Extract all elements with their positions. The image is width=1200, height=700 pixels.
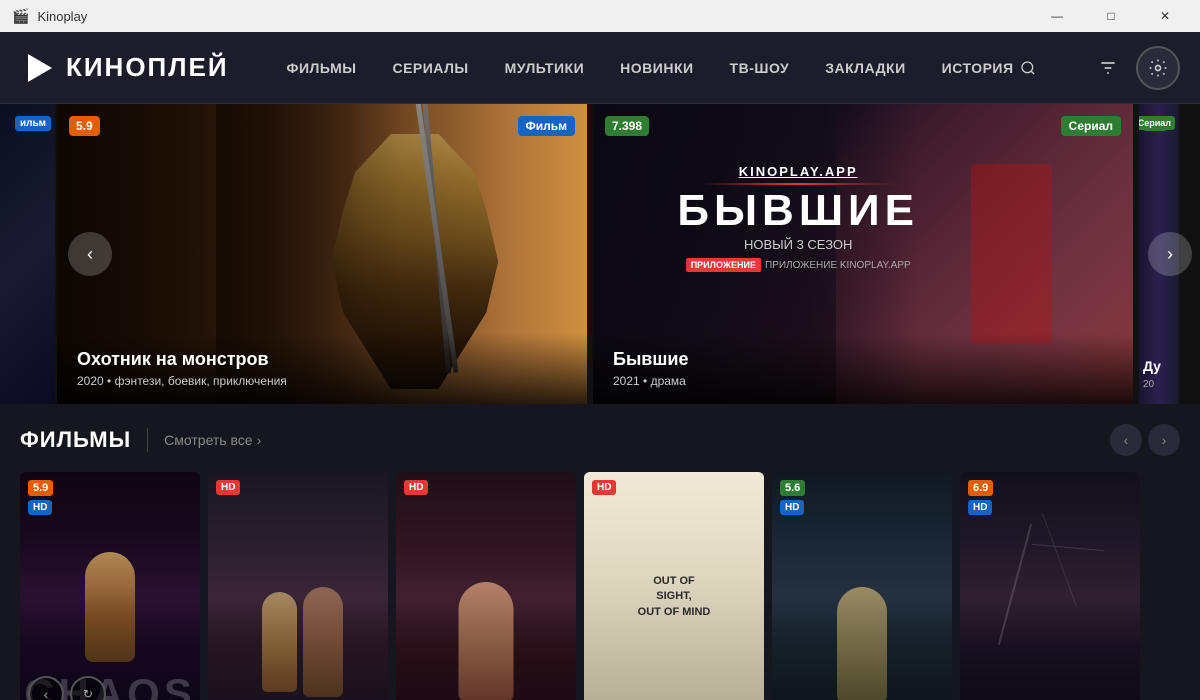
nav-right-actions xyxy=(1088,46,1180,90)
carousel-card-monster-hunter[interactable]: 5.9 Фильм Охотник на монстров 2020 • фэн… xyxy=(57,104,587,404)
titlebar: 🎬 Kinoplay — □ ✕ xyxy=(0,0,1200,32)
titlebar-left: 🎬 Kinoplay xyxy=(12,8,87,25)
type-badge-byvshie: Сериал xyxy=(1061,116,1121,136)
maximize-button[interactable]: □ xyxy=(1088,0,1134,32)
filter-button[interactable] xyxy=(1088,48,1128,88)
film-thumb-3[interactable]: HD xyxy=(396,472,576,700)
film-thumb-chaos[interactable]: CHAOS ‹ ↻ 5.9 HD xyxy=(20,472,200,700)
film-thumb-out-of-sight[interactable]: OUT OF SIGHT, OUT OF MIND HD xyxy=(584,472,764,700)
logo-icon xyxy=(20,50,56,86)
film-rating-6: 6.9 xyxy=(968,480,993,496)
carousel-card-partial-left: ильм xyxy=(0,104,55,404)
film-hd-badge-2: HD xyxy=(216,480,240,495)
close-button[interactable]: ✕ xyxy=(1142,0,1188,32)
films-section: ФИЛЬМЫ Смотреть все › ‹ › CHAOS ‹ xyxy=(0,404,1200,700)
navbar: КИНОПЛЕЙ ФИЛЬМЫ СЕРИАЛЫ МУЛЬТИКИ НОВИНКИ… xyxy=(0,32,1200,104)
byvshie-season: НОВЫЙ 3 СЕЗОН xyxy=(677,237,919,252)
card-meta: 2020 • фэнтези, боевик, приключения xyxy=(77,374,567,388)
byvshie-promo-url: ПРИЛОЖЕНИЕ KINOPLAY.APP xyxy=(765,260,911,271)
chaos-refresh-btn[interactable]: ↻ xyxy=(70,676,106,700)
carousel: ильм 5.9 Фильм xyxy=(0,104,1200,404)
film-hd-badge-3: HD xyxy=(404,480,428,495)
films-row: CHAOS ‹ ↻ 5.9 HD HD HD xyxy=(20,472,1180,700)
film-thumb-5[interactable]: 5.6 HD xyxy=(772,472,952,700)
film-hd-badge-5: HD xyxy=(780,500,804,515)
chaos-prev-btn[interactable]: ‹ xyxy=(28,676,64,700)
rating-badge-byvshie: 7.398 xyxy=(605,116,649,136)
carousel-card-byvshie[interactable]: KINOPLAY.APP БЫВШИЕ НОВЫЙ 3 СЕЗОН ПРИЛОЖ… xyxy=(593,104,1133,404)
section-next-button[interactable]: › xyxy=(1148,424,1180,456)
see-all-link[interactable]: Смотреть все › xyxy=(164,432,261,448)
nav-tvshow[interactable]: ТВ-ШОУ xyxy=(712,32,808,104)
film-rating-chaos: 5.9 xyxy=(28,480,53,496)
film-rating-5: 5.6 xyxy=(780,480,805,496)
film-hd-badge-6: HD xyxy=(968,500,992,515)
section-title: ФИЛЬМЫ xyxy=(20,427,131,453)
card-title: Охотник на монстров xyxy=(77,349,567,370)
rating-badge: 5.9 xyxy=(69,116,100,136)
film-hd-badge-chaos: HD xyxy=(28,500,52,515)
carousel-prev-button[interactable]: ‹ xyxy=(68,232,112,276)
nav-bookmarks[interactable]: ЗАКЛАДКИ xyxy=(807,32,923,104)
nav-history[interactable]: ИСТОРИЯ xyxy=(924,32,1054,104)
section-divider xyxy=(147,428,148,452)
film-hd-badge-4: HD xyxy=(592,480,616,495)
logo[interactable]: КИНОПЛЕЙ xyxy=(20,50,229,86)
nav-cartoons[interactable]: МУЛЬТИКИ xyxy=(487,32,603,104)
section-prev-button[interactable]: ‹ xyxy=(1110,424,1142,456)
titlebar-controls: — □ ✕ xyxy=(1034,0,1188,32)
type-badge: Фильм xyxy=(518,116,576,136)
nav-films[interactable]: ФИЛЬМЫ xyxy=(269,32,375,104)
nav-new[interactable]: НОВИНКИ xyxy=(602,32,711,104)
app-icon: 🎬 xyxy=(12,8,29,25)
section-nav: ‹ › xyxy=(1110,424,1180,456)
byvshie-card-title: Бывшие xyxy=(613,349,1113,370)
film-text-out-of-sight: OUT OF SIGHT, OUT OF MIND xyxy=(629,566,719,628)
settings-button[interactable] xyxy=(1136,46,1180,90)
film-thumb-6[interactable]: 6.9 HD xyxy=(960,472,1140,700)
nav-series[interactable]: СЕРИАЛЫ xyxy=(374,32,486,104)
section-header: ФИЛЬМЫ Смотреть все › ‹ › xyxy=(20,424,1180,456)
main-content: ильм 5.9 Фильм xyxy=(0,104,1200,700)
byvshie-card-meta: 2021 • драма xyxy=(613,374,1113,388)
logo-text: КИНОПЛЕЙ xyxy=(66,52,229,83)
byvshie-title-ru: БЫВШИЕ xyxy=(677,189,919,233)
carousel-next-button[interactable]: › xyxy=(1148,232,1192,276)
film-thumb-2[interactable]: HD xyxy=(208,472,388,700)
app-title: Kinoplay xyxy=(37,9,87,24)
minimize-button[interactable]: — xyxy=(1034,0,1080,32)
app-url: KINOPLAY.APP xyxy=(677,164,919,179)
